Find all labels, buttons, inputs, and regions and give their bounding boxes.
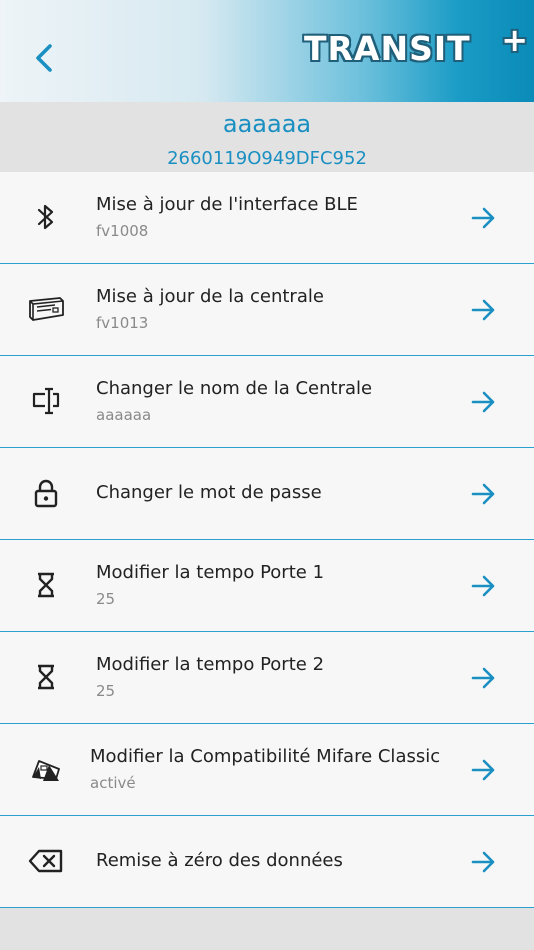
list-item-mifare-compat[interactable]: Modifier la Compatibilité Mifare Classic… — [0, 724, 534, 816]
device-id: 2660119O949DFC952 — [167, 148, 367, 169]
arrow-right-icon — [468, 203, 500, 233]
controller-box-icon — [26, 289, 66, 329]
list-item-subtitle: activé — [90, 774, 136, 792]
arrow-right-icon — [468, 295, 500, 325]
list-item-subtitle: 25 — [96, 590, 116, 608]
list-item-rename-controller[interactable]: Changer le nom de la Centrale aaaaaa — [0, 356, 534, 448]
list-item-update-ble[interactable]: Mise à jour de l'interface BLE fv1008 — [0, 172, 534, 264]
list-item-title: Modifier la tempo Porte 1 — [96, 562, 325, 583]
list-item-title: Mise à jour de l'interface BLE — [96, 194, 358, 215]
transit-plus-logo: TRANSIT + — [304, 24, 530, 68]
rename-icon — [26, 381, 66, 421]
list-item-title: Remise à zéro des données — [96, 850, 343, 871]
list-item-title: Changer le mot de passe — [96, 482, 322, 503]
arrow-right-icon — [468, 571, 500, 601]
arrow-right-icon — [468, 847, 500, 877]
device-info: aaaaaa 2660119O949DFC952 — [0, 102, 534, 172]
device-name: aaaaaa — [222, 110, 312, 138]
list-item-subtitle: fv1013 — [96, 314, 149, 332]
settings-list: Mise à jour de l'interface BLE fv1008 Mi… — [0, 172, 534, 908]
list-item-subtitle: 25 — [96, 682, 116, 700]
backspace-icon — [26, 841, 66, 881]
arrow-right-icon — [468, 755, 500, 785]
card-reader-icon — [26, 749, 66, 789]
lock-icon — [26, 473, 66, 513]
list-item-reset-data[interactable]: Remise à zéro des données — [0, 816, 534, 908]
hourglass-icon — [26, 565, 66, 605]
logo-text: TRANSIT — [304, 28, 471, 68]
list-item-subtitle: fv1008 — [96, 222, 149, 240]
chevron-left-icon — [36, 44, 52, 72]
arrow-right-icon — [468, 663, 500, 693]
app-header: TRANSIT + — [0, 0, 534, 102]
list-item-tempo-door-2[interactable]: Modifier la tempo Porte 2 25 — [0, 632, 534, 724]
list-item-change-password[interactable]: Changer le mot de passe — [0, 448, 534, 540]
bluetooth-icon — [26, 197, 66, 237]
arrow-right-icon — [468, 387, 500, 417]
logo-plus: + — [501, 21, 528, 59]
list-item-subtitle: aaaaaa — [96, 406, 152, 424]
hourglass-icon — [26, 657, 66, 697]
arrow-right-icon — [468, 479, 500, 509]
list-item-update-controller[interactable]: Mise à jour de la centrale fv1013 — [0, 264, 534, 356]
list-item-title: Modifier la tempo Porte 2 — [96, 654, 325, 675]
list-item-tempo-door-1[interactable]: Modifier la tempo Porte 1 25 — [0, 540, 534, 632]
list-item-title: Changer le nom de la Centrale — [96, 378, 373, 399]
list-item-title: Modifier la Compatibilité Mifare Classic — [90, 746, 441, 767]
back-button[interactable] — [24, 38, 64, 78]
list-item-title: Mise à jour de la centrale — [96, 286, 324, 307]
